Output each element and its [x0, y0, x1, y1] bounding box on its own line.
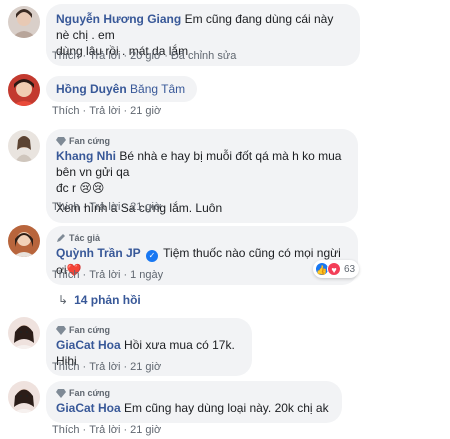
like-button[interactable]: Thích [52, 361, 80, 373]
separator: · [82, 361, 87, 373]
reply-button[interactable]: Trả lời [89, 201, 120, 213]
tagged-user[interactable]: Băng Tâm [130, 82, 185, 96]
fan-badge: Fan cứng [56, 325, 240, 336]
diamond-icon [56, 326, 66, 335]
comment-time[interactable]: 21 giờ [130, 201, 161, 213]
comment-actions: Thích · Trả lời · 21 giờ [52, 424, 161, 436]
pen-icon [57, 234, 65, 242]
comment-actions: Thích · Trả lời · 21 giờ [52, 201, 161, 213]
view-replies-link[interactable]: ↳ 14 phản hồi [58, 293, 141, 307]
author-badge-label: Tác giả [69, 233, 101, 243]
separator: · [123, 361, 128, 373]
separator: · [123, 424, 128, 436]
author-badge: Tác giả [56, 233, 346, 244]
like-button[interactable]: Thích [52, 105, 80, 117]
fan-badge: Fan cứng [56, 136, 346, 147]
separator: · [82, 269, 87, 281]
comment-time[interactable]: 21 giờ [130, 361, 161, 373]
reply-button[interactable]: Trả lời [89, 424, 120, 436]
reply-arrow-icon: ↳ [58, 293, 69, 307]
separator: · [123, 201, 128, 213]
commenter-name[interactable]: GiaCat Hoa [56, 338, 121, 352]
reply-button[interactable]: Trả lời [89, 269, 120, 281]
reply-button[interactable]: Trả lời [89, 105, 120, 117]
avatar[interactable] [8, 317, 40, 349]
comment-actions: Thích · Trả lời · 21 giờ [52, 105, 161, 117]
avatar[interactable] [8, 6, 40, 38]
replies-count: 14 phản hồi [74, 293, 141, 307]
reaction-count: 63 [344, 263, 356, 275]
separator: · [123, 105, 128, 117]
comment-actions: Thích · Trả lời · 1 ngày [52, 269, 163, 281]
diamond-icon [56, 389, 66, 398]
avatar[interactable] [8, 130, 40, 162]
commenter-name[interactable]: Khang Nhi [56, 149, 116, 163]
separator: · [82, 424, 87, 436]
love-reaction-icon: ♥ [327, 262, 341, 276]
comment-bubble: Fan cứng GiaCat Hoa Em cũng hay dùng loạ… [46, 381, 342, 423]
like-button[interactable]: Thích [52, 201, 80, 213]
separator: · [123, 50, 128, 62]
comment-text-line2: đc r 😢😢 [56, 181, 105, 195]
fan-badge-label: Fan cứng [69, 325, 111, 335]
fan-badge-label: Fan cứng [69, 388, 111, 398]
reply-button[interactable]: Trả lời [89, 361, 120, 373]
comment-actions: Thích · Trả lời · 21 giờ [52, 361, 161, 373]
separator: · [123, 269, 128, 281]
comment-time[interactable]: 20 giờ [130, 50, 161, 62]
reply-button[interactable]: Trả lời [89, 50, 120, 62]
separator: · [164, 50, 168, 62]
fan-badge-label: Fan cứng [69, 136, 111, 146]
commenter-name[interactable]: Nguyễn Hương Giang [56, 12, 181, 26]
comment-text: Em cũng hay dùng loại này. 20k chị ak [124, 401, 329, 415]
reactions-summary[interactable]: 👍 ♥ 63 [313, 260, 360, 278]
commenter-name[interactable]: Quỳnh Trần JP [56, 246, 141, 260]
avatar[interactable] [8, 74, 40, 106]
comment-time[interactable]: 21 giờ [130, 424, 161, 436]
edited-label[interactable]: Đã chỉnh sửa [171, 50, 236, 62]
like-button[interactable]: Thích [52, 424, 80, 436]
comment-time[interactable]: 1 ngày [130, 269, 163, 281]
avatar[interactable] [8, 225, 40, 257]
comment-actions: Thích · Trả lời · 20 giờ · Đã chỉnh sửa [52, 50, 236, 62]
separator: · [82, 50, 87, 62]
commenter-name[interactable]: GiaCat Hoa [56, 401, 121, 415]
commenter-name[interactable]: Hồng Duyên [56, 82, 127, 96]
comment-time[interactable]: 21 giờ [130, 105, 161, 117]
like-button[interactable]: Thích [52, 50, 80, 62]
like-button[interactable]: Thích [52, 269, 80, 281]
fan-badge: Fan cứng [56, 388, 330, 399]
comment-bubble: Hồng Duyên Băng Tâm [46, 76, 198, 102]
verified-icon: ✓ [146, 250, 159, 262]
separator: · [82, 105, 87, 117]
diamond-icon [56, 137, 66, 146]
separator: · [82, 201, 87, 213]
avatar[interactable] [8, 381, 40, 413]
